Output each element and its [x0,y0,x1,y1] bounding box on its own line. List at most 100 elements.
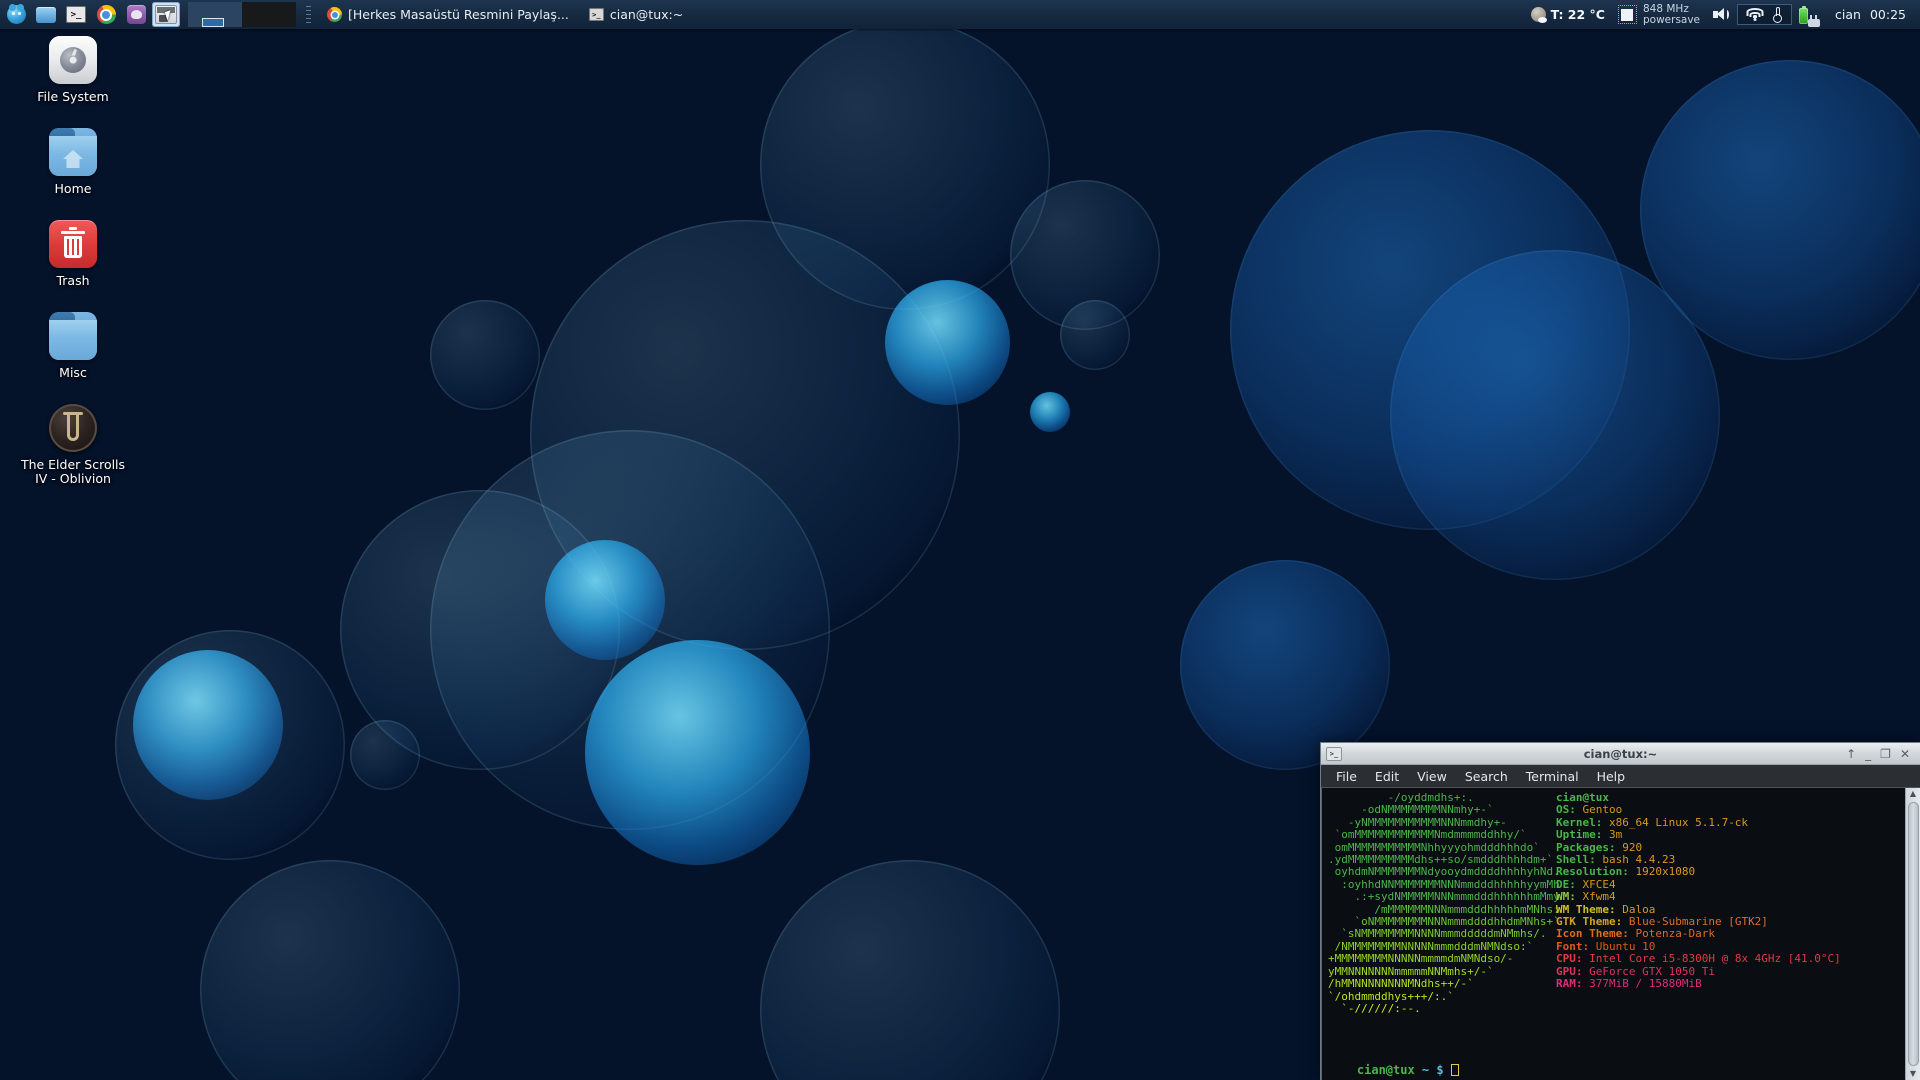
prompt-user: cian@tux [1356,1063,1415,1077]
scrollbar-thumb[interactable] [1907,802,1919,1066]
trash-icon [49,220,97,268]
neofetch-key: DE: [1556,877,1576,891]
window-button-terminal[interactable]: >_ cian@tux:~ [581,3,691,27]
terminal-window[interactable]: >_ cian@tux:~ ↑ _ ❐ ✕ File Edit View Sea… [1320,742,1920,1080]
desktop-icon-grid: File System Home Trash Misc The Elder Sc… [8,36,138,510]
ascii-art-line: .:+sydNMMMMMNNNmmmdddhhhhhhmMmy [1328,890,1560,904]
cpu-frequency-text: 848 MHz powersave [1642,3,1701,26]
neofetch-key: Packages: [1556,840,1616,854]
terminal-content[interactable]: -/oyddmdhs+:. -odNMMMMMMMMNNmhy+-` -yNMM… [1321,788,1920,1080]
wallpaper-bubble [200,860,460,1080]
oblivion-game-icon [49,404,97,452]
terminal-launcher-button[interactable]: >_ [62,2,90,27]
cpu-governor-value: powersave [1642,13,1701,26]
screenshot-launcher-button[interactable] [152,2,180,27]
neofetch-value: 1920x1080 [1628,865,1696,879]
wallpaper-bubble [1030,392,1070,432]
neofetch-value: XFCE4 [1575,877,1616,891]
workspace-switcher[interactable] [188,2,296,27]
wallpaper-bubble [1230,130,1630,530]
menu-help[interactable]: Help [1588,767,1635,786]
wallpaper-bubble [1640,60,1920,360]
maximize-button[interactable]: ❐ [1880,748,1891,760]
cpu-frequency-plugin[interactable]: 848 MHz powersave [1612,2,1706,27]
image-viewer-launcher-button[interactable] [122,2,150,27]
cpu-icon [1617,5,1637,24]
neofetch-key: Kernel: [1556,815,1603,829]
folder-icon [49,312,97,360]
wallpaper-bubble [1060,300,1130,370]
weather-plugin[interactable]: T: 22 °C [1524,2,1612,27]
thermometer-icon[interactable] [1772,6,1783,23]
neofetch-row: RAM: 377MiB / 15880MiB [1556,977,1905,990]
chrome-icon [96,5,116,24]
terminal-scrollbar[interactable]: ▲ ▼ [1905,788,1920,1080]
scroll-up-arrow[interactable]: ▲ [1910,788,1916,800]
menu-search[interactable]: Search [1456,767,1517,786]
gentoo-ascii-art: -/oyddmdhs+:. -odNMMMMMMMMNNmhy+-` -yNMM… [1328,791,1560,1080]
neofetch-value: bash 4.4.23 [1595,853,1676,867]
moon-icon [1530,7,1547,23]
neofetch-value: 920 [1615,840,1643,854]
desktop-icon-trash[interactable]: Trash [8,220,138,288]
window-controls: ↑ _ ❐ ✕ [1846,748,1917,760]
desktop-icon-label: Misc [59,365,87,380]
wallpaper-bubble [133,650,283,800]
terminal-titlebar[interactable]: >_ cian@tux:~ ↑ _ ❐ ✕ [1321,743,1920,765]
close-button[interactable]: ✕ [1900,748,1910,760]
window-button-label: [Herkes Masaüstü Resmini Paylaş... [348,7,569,22]
neofetch-key: OS: [1556,803,1576,817]
window-button-chrome[interactable]: [Herkes Masaüstü Resmini Paylaş... [319,3,577,27]
wallpaper-bubble [1390,250,1720,580]
window-button-label: cian@tux:~ [609,7,684,22]
desktop-icon-label: Trash [56,273,90,288]
workspace-2[interactable] [242,2,296,27]
neofetch-key: WM Theme: [1556,902,1616,916]
top-panel: >_ [Herkes Masaüstü Resmini Paylaş... >_… [0,0,1920,29]
ascii-art-line: oyhdmNMMMMMMMNdyooydmddddhhhhyhNd. [1328,865,1560,879]
username-label[interactable]: cian [1828,7,1868,22]
neofetch-value: GeForce GTX 1050 Ti [1582,964,1715,978]
volume-button[interactable] [1706,2,1737,27]
wallpaper-bubble [1180,560,1390,770]
menu-view[interactable]: View [1408,767,1456,786]
system-tray: T: 22 °C 848 MHz powersave cian 00:25 [1524,2,1914,27]
wallpaper-bubble [885,280,1010,405]
desktop-icon-oblivion[interactable]: The Elder Scrolls IV - Oblivion [8,404,138,486]
terminal-icon: >_ [1326,746,1342,761]
chrome-launcher-button[interactable] [92,2,120,27]
neofetch-key: Icon Theme: [1556,927,1629,941]
neofetch-key: Resolution: [1556,865,1629,879]
menu-terminal[interactable]: Terminal [1517,767,1588,786]
battery-plugin[interactable] [1792,2,1828,27]
prompt-symbol: $ [1429,1063,1451,1077]
workspace-1[interactable] [188,2,242,27]
terminal-icon: >_ [66,6,86,23]
panel-handle[interactable] [306,5,311,24]
wifi-icon[interactable] [1746,8,1764,21]
scroll-down-arrow[interactable]: ▼ [1910,1068,1916,1080]
neofetch-value: 3m [1602,828,1623,842]
display-icon [36,6,56,23]
shade-button[interactable]: ↑ [1846,748,1856,760]
desktop-icon-misc[interactable]: Misc [8,312,138,380]
menu-edit[interactable]: Edit [1366,767,1408,786]
weather-temperature: T: 22 °C [1550,7,1605,22]
chrome-icon [327,7,342,22]
minimize-button[interactable]: _ [1865,748,1871,760]
neofetch-value: Ubuntu 10 [1589,939,1656,953]
show-desktop-button[interactable] [32,2,60,27]
desktop-icon-home[interactable]: Home [8,128,138,196]
neofetch-key: Shell: [1556,853,1596,867]
desktop-icon-file-system[interactable]: File System [8,36,138,104]
clock[interactable]: 00:25 [1868,7,1914,22]
menu-file[interactable]: File [1327,767,1366,786]
neofetch-key: CPU: [1556,952,1583,966]
disc-icon [49,36,97,84]
desktop-icon-label: The Elder Scrolls IV - Oblivion [20,457,126,486]
status-indicator-group [1737,4,1793,25]
applications-menu-button[interactable] [2,2,30,27]
terminal-prompt: cian@tux ~ $ [1328,1049,1459,1077]
wallpaper-bubble [1010,180,1160,330]
neofetch-key: Font: [1556,939,1590,953]
